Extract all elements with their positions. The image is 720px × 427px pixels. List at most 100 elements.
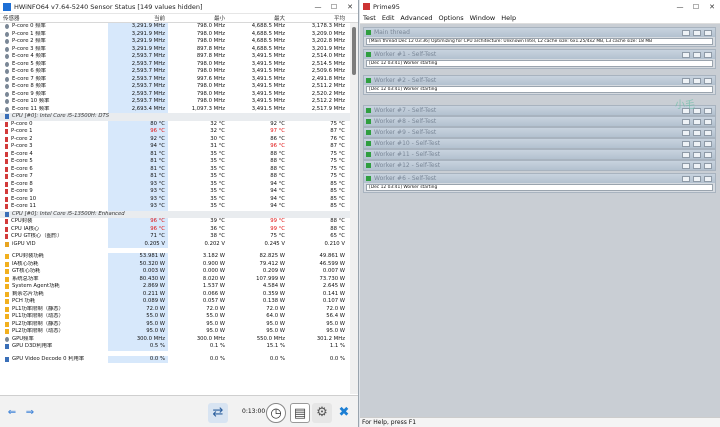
worker-window[interactable]: Worker #2 - Self-Test [Dec 12 03:41] Work… [363, 75, 716, 95]
gear-icon[interactable]: ⚙ [312, 403, 332, 423]
sensor-row[interactable]: E-core 9 93 °C 35 °C 94 °C 85 °C [0, 188, 350, 196]
worker-window-caption[interactable]: Worker #11 - Self-Test [364, 150, 715, 159]
sensor-row[interactable]: 系统总功率 80.430 W 8.020 W 107.999 W 73.730 W [0, 275, 350, 283]
sensor-scrollbar[interactable] [350, 23, 358, 394]
sensor-row[interactable]: E-core 11 93 °C 35 °C 94 °C 85 °C [0, 203, 350, 211]
sensor-row[interactable]: PL2功率限制（静态） 95.0 W 95.0 W 95.0 W 95.0 W [0, 320, 350, 328]
network-icon[interactable]: ⇄ [208, 403, 228, 423]
column-max[interactable]: 最大 [228, 14, 288, 22]
sensor-group-header[interactable]: CPU [#0]: Intel Core i5-13500H: DTS [0, 113, 350, 121]
sensor-row[interactable]: E-core 11 频率 2,693.4 MHz 1,097.3 MHz 3,491.… [0, 105, 350, 113]
sensor-row[interactable]: E-core 7 频率 2,593.7 MHz 997.6 MHz 3,491.5 M… [0, 75, 350, 83]
minimize-icon[interactable] [682, 175, 690, 182]
worker-log[interactable]: [Dec 12 03:41] Worker starting [366, 60, 713, 67]
maximize-icon[interactable] [693, 129, 701, 136]
worker-window-caption[interactable]: Worker #6 - Self-Test [364, 174, 715, 183]
sensor-row[interactable]: PCH 功耗 0.089 W 0.057 W 0.138 W 0.107 W [0, 298, 350, 306]
maximize-icon[interactable] [693, 51, 701, 58]
sensor-row[interactable]: IA核心功耗 50.320 W 0.900 W 79.412 W 46.599 W [0, 260, 350, 268]
minimize-icon[interactable] [682, 118, 690, 125]
sensor-row[interactable]: P-core 2 频率 3,291.9 MHz 798.0 MHz 4,688.5 M… [0, 38, 350, 46]
menu-options[interactable]: Options [439, 13, 464, 23]
minimize-icon[interactable] [682, 129, 690, 136]
arrow-right-icon[interactable]: ⇒ [22, 408, 38, 418]
maximize-icon[interactable] [693, 118, 701, 125]
sensor-row[interactable]: CPU GT核心（图形） 71 °C 38 °C 75 °C 65 °C [0, 233, 350, 241]
sensor-row[interactable]: E-core 8 频率 2,593.7 MHz 798.0 MHz 3,491.5 M… [0, 83, 350, 91]
menu-edit[interactable]: Edit [382, 13, 395, 23]
close-icon[interactable] [704, 162, 712, 169]
close-icon[interactable] [704, 151, 712, 158]
clock-icon[interactable]: ◷ [266, 403, 286, 423]
report-icon[interactable]: ▤ [290, 403, 310, 423]
sensor-row[interactable]: P-core 3 94 °C 31 °C 96 °C 87 °C [0, 143, 350, 151]
worker-log[interactable]: [Main thread Dec 12 03:36] Optimizing fo… [366, 38, 713, 45]
worker-log[interactable]: [Dec 12 03:41] Worker starting [366, 86, 713, 93]
sensor-row[interactable]: E-core 6 81 °C 35 °C 88 °C 75 °C [0, 165, 350, 173]
minimize-icon[interactable]: — [672, 3, 688, 11]
worker-window[interactable]: Worker #8 - Self-Test [363, 116, 716, 127]
minimize-icon[interactable] [682, 140, 690, 147]
close-icon[interactable]: ✕ [704, 3, 720, 11]
sensor-row[interactable]: E-core 8 93 °C 35 °C 94 °C 85 °C [0, 180, 350, 188]
sensor-row[interactable]: PL2功率限制（动态） 95.0 W 95.0 W 95.0 W 95.0 W [0, 328, 350, 336]
maximize-icon[interactable]: ☐ [326, 3, 342, 11]
sensor-row[interactable]: P-core 1 频率 3,291.9 MHz 798.0 MHz 4,688.5 M… [0, 30, 350, 38]
close-icon[interactable] [704, 107, 712, 114]
sensor-group-header[interactable]: CPU [#0]: Intel Core i5-13500H: Enhanced [0, 210, 350, 218]
worker-window[interactable]: Worker #11 - Self-Test [363, 149, 716, 160]
maximize-icon[interactable] [693, 29, 701, 36]
minimize-icon[interactable] [682, 151, 690, 158]
maximize-icon[interactable] [693, 151, 701, 158]
sensor-row[interactable]: P-core 0 频率 3,291.9 MHz 798.0 MHz 4,688.5 M… [0, 23, 350, 31]
close-icon[interactable] [704, 175, 712, 182]
worker-window-caption[interactable]: Worker #2 - Self-Test [364, 76, 715, 85]
minimize-icon[interactable] [682, 77, 690, 84]
sensor-row[interactable]: E-core 10 93 °C 35 °C 94 °C 85 °C [0, 195, 350, 203]
worker-window[interactable]: Worker #7 - Self-Test [363, 105, 716, 116]
sensor-row[interactable]: GPU D3D利用率 0.5 % 0.1 % 15.1 % 1.1 % [0, 343, 350, 351]
menu-advanced[interactable]: Advanced [400, 13, 432, 23]
sensor-row[interactable]: CPU IA核心 96 °C 36 °C 99 °C 88 °C [0, 225, 350, 233]
close-icon[interactable] [704, 51, 712, 58]
worker-window-caption[interactable]: Worker #10 - Self-Test [364, 139, 715, 148]
sensor-row[interactable]: PL1功率限制（静态） 72.0 W 72.0 W 72.0 W 72.0 W [0, 305, 350, 313]
close-icon[interactable] [704, 118, 712, 125]
maximize-icon[interactable] [693, 162, 701, 169]
minimize-icon[interactable] [682, 51, 690, 58]
sensor-row[interactable]: E-core 5 频率 2,593.7 MHz 798.0 MHz 3,491.5 M… [0, 60, 350, 68]
sensor-row[interactable]: E-core 6 频率 2,593.7 MHz 798.0 MHz 3,491.5 M… [0, 68, 350, 76]
sensor-row[interactable]: E-core 9 频率 2,593.7 MHz 798.0 MHz 3,491.5 M… [0, 90, 350, 98]
worker-log[interactable]: [Dec 12 03:41] Worker starting [366, 184, 713, 191]
sensor-row[interactable]: P-core 2 92 °C 30 °C 86 °C 76 °C [0, 135, 350, 143]
sensor-row[interactable]: E-core 4 81 °C 35 °C 88 °C 75 °C [0, 150, 350, 158]
sensor-row[interactable]: E-core 10 频率 2,593.7 MHz 798.0 MHz 3,491.5 … [0, 98, 350, 106]
sensor-row[interactable]: 剩余芯片功耗 0.211 W 0.066 W 0.359 W 0.141 W [0, 290, 350, 298]
sensor-row[interactable]: GPU Video Decode 0 利用率 0.0 % 0.0 % 0.0 % 0.0… [0, 355, 350, 363]
sensor-row[interactable]: E-core 5 81 °C 35 °C 88 °C 75 °C [0, 158, 350, 166]
column-min[interactable]: 最小 [168, 14, 228, 22]
sensor-row[interactable]: GPU频率 300.0 MHz 300.0 MHz 550.0 MHz 301.2 MH… [0, 335, 350, 343]
scrollbar-thumb[interactable] [352, 27, 356, 75]
sensor-row[interactable]: E-core 7 81 °C 35 °C 88 °C 75 °C [0, 173, 350, 181]
maximize-icon[interactable] [693, 175, 701, 182]
worker-window-caption[interactable]: Worker #8 - Self-Test [364, 117, 715, 126]
sensor-list[interactable]: P-core 0 频率 3,291.9 MHz 798.0 MHz 4,688.5 M… [0, 23, 350, 394]
close-icon[interactable]: ✖ [334, 403, 354, 423]
close-icon[interactable] [704, 77, 712, 84]
sensor-row[interactable]: System Agent功耗 2.869 W 1.537 W 4.584 W 2.645… [0, 283, 350, 291]
close-icon[interactable] [704, 129, 712, 136]
sensor-row[interactable]: CPU封装功耗 53.981 W 3.182 W 82.825 W 49.861 W [0, 253, 350, 261]
worker-window-caption[interactable]: Worker #1 - Self-Test [364, 50, 715, 59]
sensor-row[interactable]: P-core 0 80 °C 32 °C 92 °C 75 °C [0, 120, 350, 128]
column-avg[interactable]: 平均 [288, 14, 348, 22]
sensor-row[interactable]: iGPU VID 0.205 V 0.202 V 0.245 V 0.210 V [0, 240, 350, 248]
hwinfo-titlebar[interactable]: HWiNFO64 v7.64-5240 Sensor Status [149 v… [0, 0, 358, 14]
worker-window[interactable]: Worker #1 - Self-Test [Dec 12 03:41] Work… [363, 49, 716, 69]
worker-window[interactable]: Main thread [Main thread Dec 12 03:36] Op… [363, 27, 716, 47]
worker-window[interactable]: Worker #10 - Self-Test [363, 138, 716, 149]
menu-window[interactable]: Window [470, 13, 496, 23]
worker-window-caption[interactable]: Worker #9 - Self-Test [364, 128, 715, 137]
minimize-icon[interactable] [682, 162, 690, 169]
worker-window-caption[interactable]: Worker #12 - Self-Test [364, 161, 715, 170]
